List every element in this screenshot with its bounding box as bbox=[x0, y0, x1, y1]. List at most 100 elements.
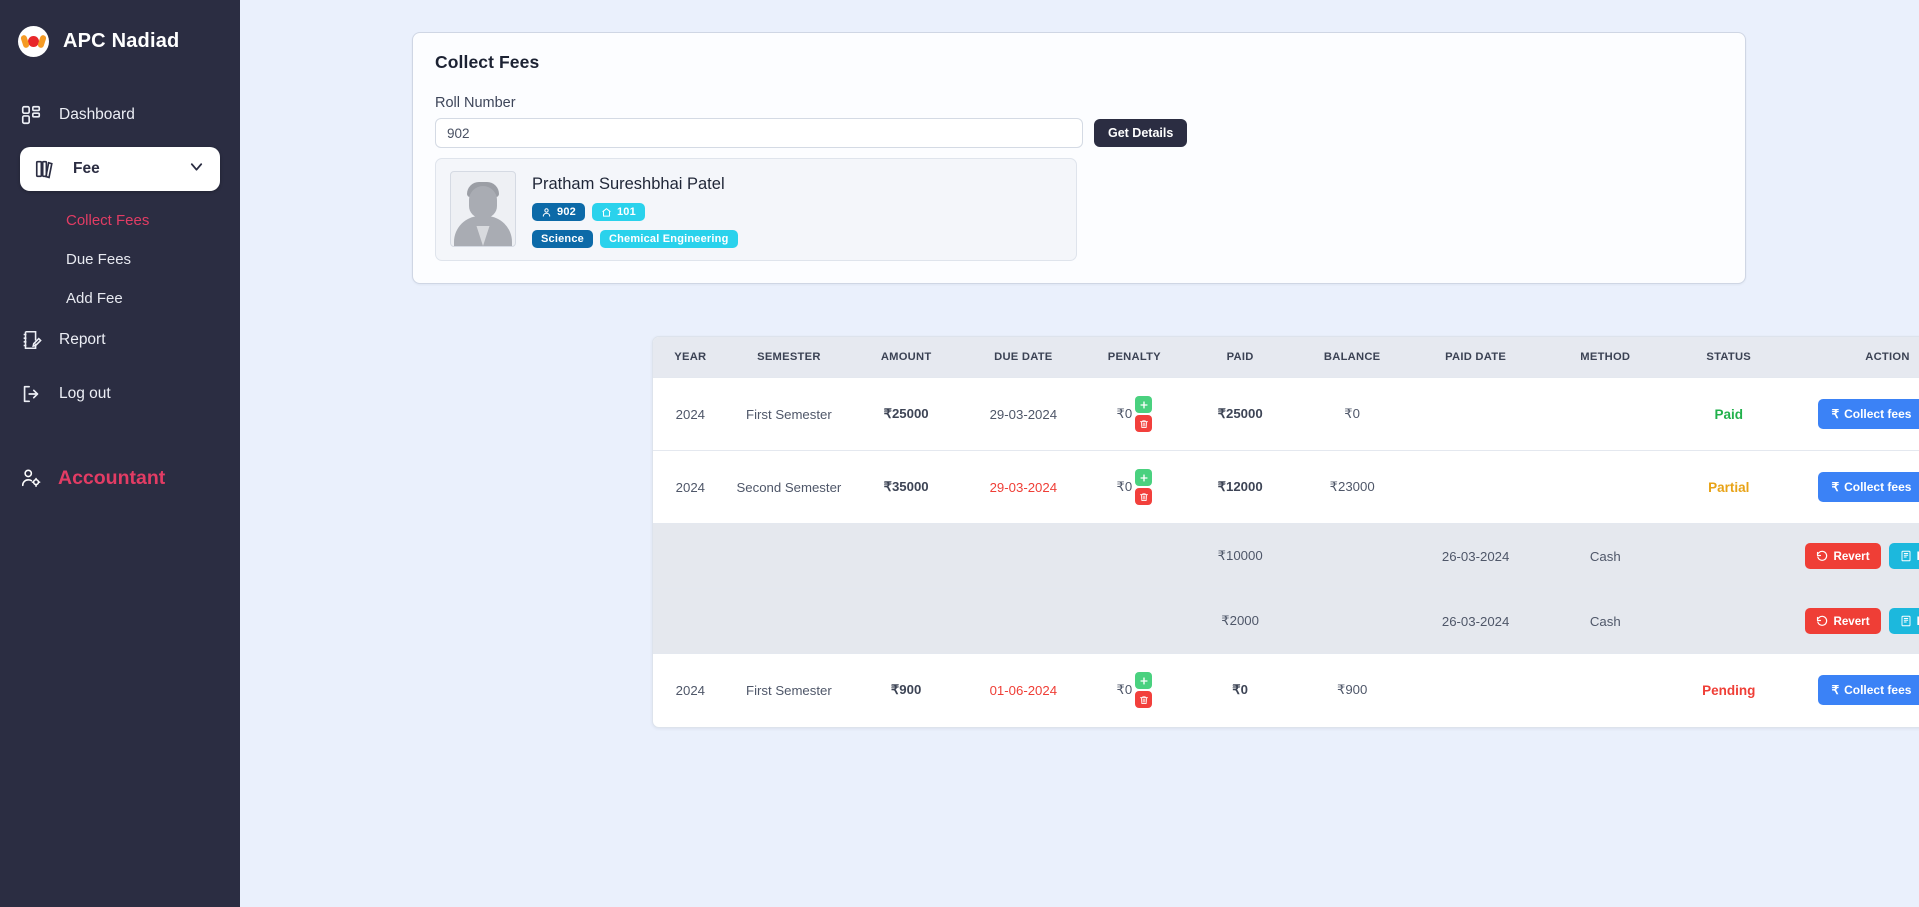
revert-button[interactable]: Revert bbox=[1805, 543, 1881, 569]
student-roll-value: 902 bbox=[557, 206, 576, 218]
sidebar: APC Nadiad Dashboard Fee Collect Fees Du… bbox=[0, 0, 240, 907]
cell-semester bbox=[727, 588, 851, 654]
revert-label: Revert bbox=[1833, 614, 1870, 628]
cell-status bbox=[1667, 523, 1790, 589]
cell-action: Revert Reciept bbox=[1789, 588, 1919, 654]
cell-paid: ₹12000 bbox=[1184, 450, 1297, 524]
add-penalty-button[interactable] bbox=[1135, 396, 1153, 413]
column-header-method: METHOD bbox=[1543, 337, 1668, 378]
cell-paid-date bbox=[1408, 653, 1544, 727]
cell-penalty: ₹0 bbox=[1084, 653, 1185, 727]
cell-paid: ₹25000 bbox=[1184, 377, 1297, 451]
collect-fees-label: Collect fees bbox=[1844, 480, 1912, 494]
cell-method bbox=[1543, 653, 1668, 727]
sidebar-item-dashboard[interactable]: Dashboard bbox=[0, 93, 240, 137]
student-roll-badge: 902 bbox=[532, 203, 585, 221]
add-penalty-button[interactable] bbox=[1135, 469, 1153, 486]
logout-icon bbox=[20, 383, 42, 405]
sidebar-item-logout[interactable]: Log out bbox=[0, 372, 240, 416]
book-icon bbox=[34, 158, 56, 180]
cell-action: ₹ Collect fees bbox=[1789, 377, 1919, 451]
cell-status: Paid bbox=[1667, 377, 1790, 451]
cell-semester: Second Semester bbox=[727, 450, 851, 524]
rupee-icon: ₹ bbox=[1831, 407, 1840, 421]
cell-year: 2024 bbox=[653, 450, 728, 524]
remove-penalty-button[interactable] bbox=[1135, 415, 1153, 432]
sidebar-subitem-add-fee[interactable]: Add Fee bbox=[0, 279, 240, 318]
penalty-value: ₹0 bbox=[1116, 682, 1133, 698]
rupee-icon: ₹ bbox=[1831, 683, 1840, 698]
cell-due-date: 29-03-2024 bbox=[962, 377, 1085, 451]
cell-amount bbox=[850, 588, 963, 654]
student-room-value: 101 bbox=[616, 206, 636, 218]
status-badge: Paid bbox=[1714, 406, 1743, 422]
column-header-year: YEAR bbox=[653, 337, 728, 378]
user-gear-icon bbox=[20, 467, 42, 489]
revert-button[interactable]: Revert bbox=[1805, 608, 1881, 634]
column-header-action: ACTION bbox=[1789, 337, 1919, 378]
cell-paid: ₹10000 bbox=[1184, 523, 1297, 589]
payment-history-row: ₹10000 26-03-2024Cash Revert Reciept bbox=[653, 523, 1919, 589]
roll-number-row: Get Details bbox=[435, 118, 1723, 148]
sidebar-subitem-collect-fees[interactable]: Collect Fees bbox=[0, 201, 240, 240]
collect-fees-button[interactable]: ₹ Collect fees bbox=[1818, 399, 1919, 429]
receipt-button[interactable]: Reciept bbox=[1888, 608, 1919, 634]
cell-balance: ₹23000 bbox=[1296, 450, 1409, 524]
cell-due-date bbox=[962, 588, 1085, 654]
sidebar-item-report[interactable]: Report bbox=[0, 318, 240, 362]
remove-penalty-button[interactable] bbox=[1135, 691, 1153, 709]
roll-number-input[interactable] bbox=[435, 118, 1083, 148]
cell-year bbox=[653, 588, 728, 654]
cell-penalty bbox=[1084, 523, 1185, 589]
student-info-card: Pratham Sureshbhai Patel 902 101 Science… bbox=[435, 158, 1077, 261]
chevron-down-icon[interactable] bbox=[187, 157, 206, 181]
sidebar-subitem-label: Due Fees bbox=[66, 251, 132, 268]
roll-number-label: Roll Number bbox=[435, 95, 516, 111]
add-penalty-button[interactable] bbox=[1135, 672, 1153, 690]
sidebar-item-fee[interactable]: Fee bbox=[20, 147, 220, 191]
receipt-icon bbox=[1900, 615, 1912, 627]
collect-fees-button[interactable]: ₹ Collect fees bbox=[1818, 675, 1919, 706]
student-tags: Science Chemical Engineering bbox=[532, 230, 738, 248]
fee-table-head: YEAR SEMESTER AMOUNT DUE DATE PENALTY PA… bbox=[653, 337, 1919, 378]
cell-amount: ₹35000 bbox=[850, 450, 963, 524]
sidebar-subitem-label: Add Fee bbox=[66, 290, 123, 307]
fee-table: YEAR SEMESTER AMOUNT DUE DATE PENALTY PA… bbox=[653, 337, 1919, 727]
trash-icon bbox=[1139, 419, 1149, 429]
fee-table-row: 2024 First Semester ₹900 01-06-2024 ₹0 ₹0 ₹900… bbox=[653, 653, 1919, 727]
sidebar-subitem-due-fees[interactable]: Due Fees bbox=[0, 240, 240, 279]
collect-fees-label: Collect fees bbox=[1844, 407, 1912, 421]
collect-fees-button[interactable]: ₹ Collect fees bbox=[1818, 472, 1919, 502]
sidebar-item-label: Log out bbox=[59, 385, 111, 402]
revert-icon bbox=[1816, 615, 1828, 627]
student-branch-tag: Chemical Engineering bbox=[599, 230, 738, 248]
cell-action: Revert Reciept bbox=[1789, 523, 1919, 589]
cell-penalty bbox=[1084, 588, 1185, 654]
get-details-button[interactable]: Get Details bbox=[1094, 119, 1188, 147]
sidebar-item-label: Fee bbox=[73, 160, 100, 177]
fee-table-body: 2024 First Semester ₹25000 29-03-2024 ₹0 ₹250… bbox=[653, 377, 1919, 727]
student-avatar bbox=[450, 171, 516, 247]
receipt-button[interactable]: Reciept bbox=[1888, 543, 1919, 569]
column-header-due-date: DUE DATE bbox=[962, 337, 1085, 378]
column-header-paid-date: PAID DATE bbox=[1408, 337, 1544, 378]
column-header-penalty: PENALTY bbox=[1084, 337, 1185, 378]
cell-action: ₹ Collect fees bbox=[1789, 450, 1919, 524]
cell-paid: ₹2000 bbox=[1184, 588, 1297, 654]
remove-penalty-button[interactable] bbox=[1135, 488, 1153, 505]
plus-icon bbox=[1139, 400, 1149, 410]
fee-table-row: 2024 First Semester ₹25000 29-03-2024 ₹0 ₹250… bbox=[653, 377, 1919, 451]
cell-paid-date bbox=[1408, 377, 1544, 451]
fee-table-row: 2024 Second Semester ₹35000 29-03-2024 ₹0 ₹12… bbox=[653, 450, 1919, 524]
cell-amount: ₹900 bbox=[850, 653, 963, 727]
payment-history-row: ₹2000 26-03-2024Cash Revert Reciept bbox=[653, 588, 1919, 654]
column-header-status: STATUS bbox=[1667, 337, 1790, 378]
student-id-badges: 902 101 bbox=[532, 203, 738, 221]
cell-method bbox=[1543, 450, 1668, 524]
cell-status: Partial bbox=[1667, 450, 1790, 524]
cell-due-date: 01-06-2024 bbox=[962, 653, 1085, 727]
student-stream-tag: Science bbox=[532, 230, 593, 248]
student-name: Pratham Sureshbhai Patel bbox=[532, 175, 725, 193]
revert-icon bbox=[1816, 550, 1828, 562]
home-icon bbox=[601, 207, 612, 218]
